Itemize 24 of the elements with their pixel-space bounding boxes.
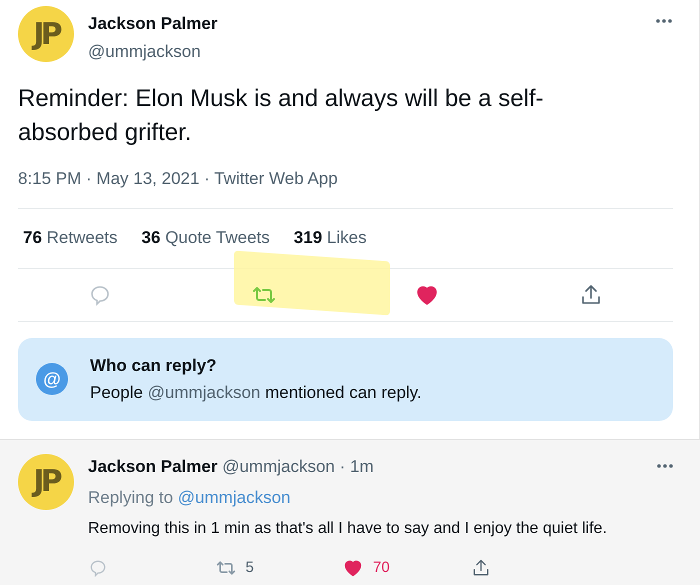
at-sign-icon: @ <box>36 363 68 395</box>
author-handle[interactable]: @ummjackson <box>88 38 641 64</box>
share-icon[interactable] <box>470 558 490 578</box>
tweet-stat[interactable]: 36 Quote Tweets <box>142 225 270 251</box>
more-icon[interactable] <box>656 463 674 470</box>
tweet-stat[interactable]: 319 Likes <box>294 225 367 251</box>
tweet-text: Reminder: Elon Musk is and always will be a self-absorbed grifter. <box>18 84 545 148</box>
author-handle[interactable]: @ummjackson <box>222 456 335 476</box>
tweet-stat[interactable]: 76 Retweets <box>23 225 118 251</box>
tweet-time: · 1m <box>338 456 374 476</box>
avatar[interactable]: JP <box>18 454 74 510</box>
tweet-meta: 8:15 PM · May 13, 2021 · Twitter Web App <box>18 168 339 190</box>
heart-icon[interactable] <box>343 558 363 578</box>
reply-text: Removing this in 1 min as that's all I have to say and I enjoy the quiet life. <box>88 518 608 538</box>
author-name[interactable]: Jackson Palmer <box>88 456 218 476</box>
action-count: 70 <box>373 558 390 578</box>
reply-notice-text: People @ummjackson mentioned can reply. <box>90 382 422 404</box>
reply-notice-title: Who can reply? <box>90 354 218 376</box>
author-name[interactable]: Jackson Palmer <box>88 11 641 36</box>
action-count: 5 <box>246 558 254 578</box>
avatar[interactable]: JP <box>18 6 74 62</box>
reply-tweet[interactable]: JP Jackson Palmer @ummjackson · 1m Replying to @ummjackson Removing this in 1 min as that's all I have to say and I enjoy the quiet life. 5 70 <box>0 438 700 585</box>
replying-to-text: Replying to @ummjackson <box>88 487 292 509</box>
more-icon[interactable] <box>655 18 673 24</box>
